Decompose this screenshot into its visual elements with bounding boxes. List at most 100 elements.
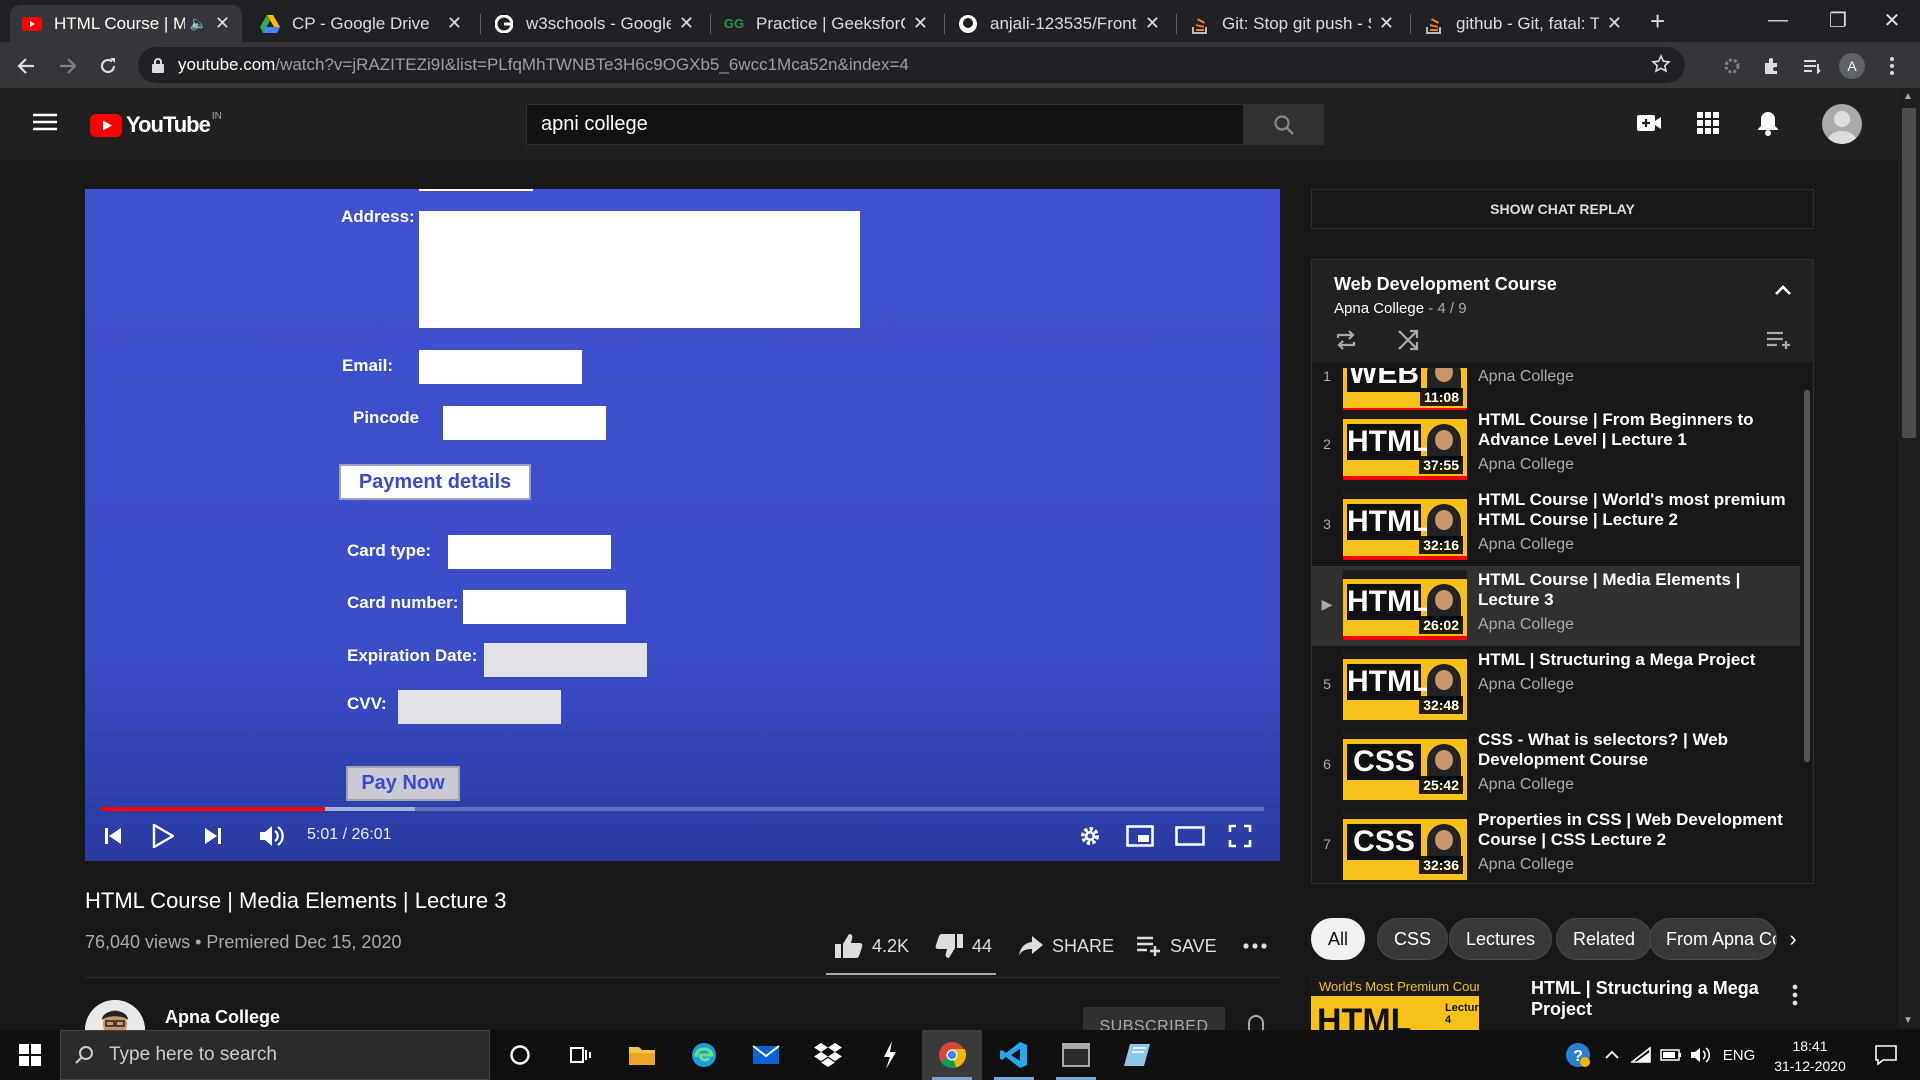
playlist-item-thumbnail[interactable]: HTML 32:16 bbox=[1343, 490, 1467, 560]
lightning-app-icon[interactable] bbox=[860, 1030, 920, 1080]
theater-mode-icon[interactable] bbox=[1170, 816, 1210, 856]
edge-icon[interactable] bbox=[674, 1030, 734, 1080]
playlist-item[interactable]: 5 HTML 32:48 HTML | Structuring a Mega Proj… bbox=[1312, 646, 1800, 726]
playlist-item-title[interactable]: Properties in CSS | Web Development Cour… bbox=[1478, 810, 1788, 850]
windows-start-icon[interactable] bbox=[0, 1030, 60, 1080]
close-tab-icon[interactable]: ✕ bbox=[1607, 13, 1622, 34]
extension-gear-icon[interactable] bbox=[1716, 50, 1748, 82]
browser-tab-google[interactable]: w3schools - Google Search ✕ bbox=[482, 5, 706, 42]
playlist-channel[interactable]: Apna College bbox=[1334, 300, 1424, 317]
filter-chip[interactable]: All bbox=[1311, 918, 1366, 960]
forward-icon[interactable] bbox=[52, 50, 84, 82]
video-player[interactable]: Address: Email: Pincode Payment details … bbox=[85, 189, 1280, 861]
create-video-icon[interactable] bbox=[1636, 112, 1662, 134]
add-to-queue-icon[interactable] bbox=[1766, 330, 1792, 350]
previous-video-icon[interactable] bbox=[93, 816, 133, 856]
speaker-icon[interactable] bbox=[1688, 1030, 1714, 1080]
more-options-icon[interactable] bbox=[1792, 984, 1798, 1006]
reload-icon[interactable] bbox=[92, 50, 124, 82]
browser-tab-geeksforgeeks[interactable]: GG Practice | GeeksforGeeks ✕ bbox=[712, 5, 940, 42]
video-progress-bar[interactable] bbox=[101, 807, 1264, 811]
dropbox-icon[interactable] bbox=[798, 1030, 858, 1080]
show-hidden-icons-chevron-icon[interactable] bbox=[1600, 1030, 1624, 1080]
youtube-logo[interactable]: YouTube IN bbox=[90, 111, 222, 138]
playlist-item-thumbnail[interactable]: CSS 32:36 bbox=[1343, 810, 1467, 880]
file-explorer-icon[interactable] bbox=[612, 1030, 672, 1080]
playlist-title[interactable]: Web Development Course bbox=[1334, 274, 1557, 295]
restore-icon[interactable]: ❐ bbox=[1808, 0, 1868, 40]
lock-icon[interactable] bbox=[152, 57, 164, 73]
notes-app-icon[interactable] bbox=[1108, 1030, 1168, 1080]
playlist-item[interactable]: 2 HTML 37:55 HTML Course | From Beginners t… bbox=[1312, 406, 1800, 486]
apps-grid-icon[interactable] bbox=[1697, 112, 1719, 134]
playlist-item[interactable]: 3 HTML 32:16 HTML Course | World's most pre… bbox=[1312, 486, 1800, 566]
close-tab-icon[interactable]: ✕ bbox=[447, 13, 462, 34]
browser-tab-stackoverflow[interactable]: Git: Stop git push - Stack Overflow ✕ bbox=[1178, 5, 1406, 42]
close-tab-icon[interactable]: ✕ bbox=[679, 13, 694, 34]
filter-chip[interactable]: From Apna College bbox=[1649, 918, 1777, 960]
address-bar[interactable]: youtube.com/watch?v=jRAZITEZi9I&list=PLf… bbox=[138, 47, 1685, 83]
share-button[interactable]: SHARE bbox=[1018, 928, 1114, 964]
playlist-item-title[interactable]: CSS - What is selectors? | Web Developme… bbox=[1478, 730, 1788, 770]
page-scrollbar[interactable]: ▲ ▼ bbox=[1898, 88, 1920, 1028]
notification-center-icon[interactable] bbox=[1866, 1030, 1906, 1080]
back-icon[interactable] bbox=[10, 50, 42, 82]
playlist-item-thumbnail[interactable]: HTML 32:48 bbox=[1343, 650, 1467, 720]
playlist-item-thumbnail[interactable]: CSS 25:42 bbox=[1343, 730, 1467, 800]
scroll-up-icon[interactable]: ▲ bbox=[1903, 91, 1913, 102]
filter-chip[interactable]: Lectures bbox=[1449, 918, 1553, 960]
like-button[interactable]: 4.2K bbox=[834, 928, 909, 964]
terminal-icon[interactable] bbox=[1046, 1030, 1106, 1080]
page-scrollbar-thumb[interactable] bbox=[1902, 108, 1916, 438]
close-tab-icon[interactable]: ✕ bbox=[1145, 13, 1160, 34]
help-icon[interactable]: ? bbox=[1560, 1030, 1596, 1080]
settings-gear-icon[interactable] bbox=[1070, 816, 1110, 856]
more-actions-icon[interactable] bbox=[1243, 928, 1267, 964]
scroll-down-icon[interactable]: ▼ bbox=[1903, 1015, 1913, 1026]
browser-tab-stackoverflow-2[interactable]: github - Git, fatal: The remote ✕ bbox=[1412, 5, 1634, 42]
notifications-bell-icon[interactable] bbox=[1757, 110, 1779, 136]
cortana-icon[interactable] bbox=[490, 1030, 550, 1080]
hamburger-menu-icon[interactable] bbox=[32, 112, 58, 132]
chrome-taskbar-icon[interactable] bbox=[922, 1030, 982, 1080]
extensions-puzzle-icon[interactable] bbox=[1756, 50, 1788, 82]
browser-tab-drive[interactable]: CP - Google Drive ✕ bbox=[248, 5, 474, 42]
task-view-icon[interactable] bbox=[550, 1030, 610, 1080]
shuffle-icon[interactable] bbox=[1396, 328, 1420, 352]
battery-icon[interactable] bbox=[1658, 1030, 1684, 1080]
bookmark-star-icon[interactable] bbox=[1651, 54, 1671, 74]
new-tab-icon[interactable]: + bbox=[1650, 6, 1665, 37]
channel-name[interactable]: Apna College bbox=[165, 1007, 280, 1028]
collapse-chevron-icon[interactable] bbox=[1774, 284, 1792, 296]
playlist-item[interactable]: ▶ HTML 26:02 HTML Course | Media Elements |… bbox=[1312, 566, 1800, 646]
minimize-icon[interactable]: — bbox=[1748, 0, 1808, 40]
system-clock[interactable]: 18:41 31-12-2020 bbox=[1760, 1036, 1860, 1076]
playlist-item-title[interactable]: HTML | Structuring a Mega Project bbox=[1478, 650, 1788, 670]
account-avatar-icon[interactable] bbox=[1822, 104, 1862, 144]
dislike-button[interactable]: 44 bbox=[934, 928, 992, 964]
playlist-scrollbar-thumb[interactable] bbox=[1804, 390, 1810, 762]
browser-tab-github[interactable]: anjali-123535/Frontend ✕ bbox=[946, 5, 1172, 42]
search-button[interactable] bbox=[1244, 104, 1324, 145]
playlist-item-title[interactable]: HTML Course | From Beginners to Advance … bbox=[1478, 410, 1788, 450]
reading-list-icon[interactable] bbox=[1796, 50, 1828, 82]
close-tab-icon[interactable]: ✕ bbox=[913, 13, 928, 34]
miniplayer-icon[interactable] bbox=[1120, 816, 1160, 856]
chevron-right-icon[interactable]: › bbox=[1778, 924, 1808, 954]
search-input[interactable] bbox=[527, 113, 1243, 136]
save-button[interactable]: SAVE bbox=[1136, 928, 1217, 964]
language-indicator[interactable]: ENG bbox=[1720, 1030, 1758, 1080]
playlist-item-title[interactable]: HTML Course | World's most premium HTML … bbox=[1478, 490, 1788, 530]
loop-icon[interactable] bbox=[1334, 328, 1358, 352]
recommended-title[interactable]: HTML | Structuring a Mega Project bbox=[1531, 978, 1761, 1020]
filter-chip[interactable]: CSS bbox=[1377, 918, 1449, 960]
next-video-icon[interactable] bbox=[193, 816, 233, 856]
playlist-item-thumbnail[interactable]: HTML 37:55 bbox=[1343, 410, 1467, 480]
close-tab-icon[interactable]: ✕ bbox=[215, 13, 230, 34]
close-window-icon[interactable]: ✕ bbox=[1862, 0, 1920, 40]
playlist-item-title[interactable]: HTML Course | Media Elements | Lecture 3 bbox=[1478, 570, 1788, 610]
browser-tab-youtube[interactable]: HTML Course | Media Elements 🔈 ✕ bbox=[10, 5, 242, 42]
filter-chip[interactable]: Related bbox=[1556, 918, 1653, 960]
vscode-icon[interactable] bbox=[984, 1030, 1044, 1080]
profile-avatar[interactable]: A bbox=[1836, 50, 1868, 82]
